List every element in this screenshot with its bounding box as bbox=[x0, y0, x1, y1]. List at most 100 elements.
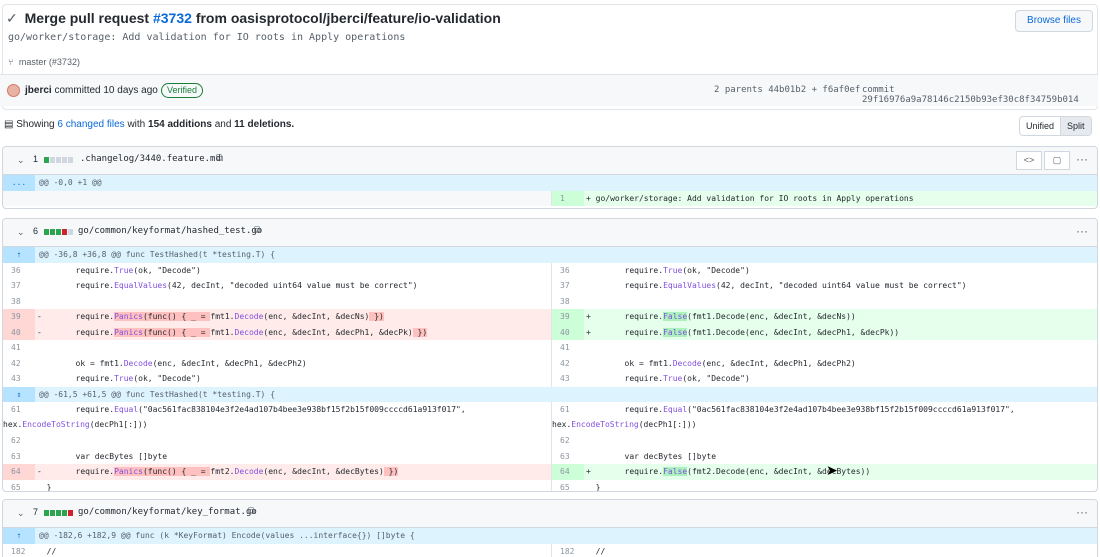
parent-plus: + bbox=[811, 85, 817, 95]
line-number[interactable]: 43 bbox=[552, 371, 584, 387]
unified-button[interactable]: Unified bbox=[1020, 117, 1060, 135]
line-number[interactable]: 39 bbox=[552, 309, 584, 325]
file-name[interactable]: go/common/keyformat/hashed_test.go bbox=[78, 226, 262, 236]
line-number[interactable]: 39 bbox=[3, 309, 35, 325]
commit-header: ✓ Merge pull request #3732 from oasispro… bbox=[0, 0, 1100, 110]
more-options-icon[interactable]: ··· bbox=[1076, 224, 1088, 238]
expand-icon[interactable]: ... bbox=[3, 175, 35, 191]
additions-count: 154 additions bbox=[148, 119, 212, 130]
diff-row: 41 41 bbox=[3, 340, 1097, 356]
more-options-icon[interactable]: ··· bbox=[1076, 152, 1088, 166]
code-line: } bbox=[595, 482, 601, 492]
hunk-text: @@ -61,5 +61,5 @@ func TestHashed(t *tes… bbox=[39, 389, 276, 399]
chevron-down-icon[interactable]: ⌄ bbox=[17, 508, 25, 519]
changed-files-link[interactable]: 6 changed files bbox=[57, 119, 124, 130]
diff-row: 61 require.Equal("0ac561fac838104e3f2e4a… bbox=[3, 402, 1097, 433]
code-view-icon[interactable]: <> bbox=[1016, 151, 1042, 170]
browse-files-button[interactable]: Browse files bbox=[1015, 10, 1093, 32]
line-number[interactable]: 63 bbox=[3, 449, 35, 465]
copy-icon[interactable]: ⧉ bbox=[248, 506, 255, 517]
diff-row: 64 - require.Panics(func() { _ = fmt2.De… bbox=[3, 464, 1097, 480]
branch-name[interactable]: master (#3732) bbox=[19, 57, 80, 67]
code-line: require.False(fmt1.Decode(enc, &decInt, … bbox=[624, 312, 856, 321]
hunk-header: ⇕ @@ -61,5 +61,5 @@ func TestHashed(t *t… bbox=[3, 386, 1097, 402]
file-change-count: 6 bbox=[33, 226, 39, 236]
author-name[interactable]: jberci bbox=[25, 85, 52, 96]
line-number[interactable]: 182 bbox=[3, 544, 35, 557]
diff-row: 65 } 65 } bbox=[3, 479, 1097, 492]
check-icon: ✓ bbox=[6, 10, 18, 26]
commit-author-line: jberci committed 10 days ago bbox=[25, 85, 158, 96]
code-line: // bbox=[46, 546, 57, 556]
code-line: require.Panics(func() { _ = fmt2.Decode(… bbox=[75, 467, 399, 476]
line-number[interactable]: 42 bbox=[3, 356, 35, 372]
committed-time: committed 10 days ago bbox=[54, 85, 158, 96]
commit-meta: jberci committed 10 days ago Verified 2 … bbox=[0, 74, 1098, 106]
line-number[interactable]: 37 bbox=[552, 278, 584, 294]
expand-up-icon[interactable]: ⇡ bbox=[3, 247, 35, 263]
line-number[interactable]: 38 bbox=[552, 294, 584, 310]
diffstat-bars bbox=[44, 157, 73, 163]
parent-sha-2[interactable]: f6af0ef bbox=[822, 85, 860, 95]
verified-badge[interactable]: Verified bbox=[161, 83, 204, 98]
copy-icon[interactable]: ⧉ bbox=[254, 225, 261, 236]
line-number[interactable]: 41 bbox=[3, 340, 35, 356]
more-options-icon[interactable]: ··· bbox=[1076, 505, 1088, 519]
file-view-icon[interactable]: ▢ bbox=[1044, 151, 1070, 170]
code-line: require.Equal("0ac561fac838104e3f2e4ad10… bbox=[552, 405, 1015, 429]
showing-label: Showing bbox=[16, 119, 55, 130]
expand-both-icon[interactable]: ⇕ bbox=[3, 386, 35, 402]
line-number[interactable]: 40 bbox=[3, 324, 35, 340]
commit-label: commit bbox=[862, 85, 895, 95]
diff-row: 37 require.EqualValues(42, decInt, "deco… bbox=[3, 278, 1097, 294]
line-number[interactable]: 65 bbox=[552, 480, 584, 492]
commit-sha-info: commit 29f16976a9a78146c2150b93ef30c8f34… bbox=[862, 85, 1098, 105]
line-number[interactable]: 182 bbox=[552, 544, 584, 557]
avatar[interactable] bbox=[7, 84, 20, 97]
line-number[interactable]: 36 bbox=[552, 263, 584, 279]
code-line: require.EqualValues(42, decInt, "decoded… bbox=[624, 281, 967, 290]
pr-link[interactable]: #3732 bbox=[153, 10, 192, 26]
branch-row: ⑂ master (#3732) bbox=[8, 57, 80, 67]
code-line: require.True(ok, "Decode") bbox=[624, 374, 750, 383]
code-line: require.True(ok, "Decode") bbox=[75, 374, 201, 383]
mouse-cursor-icon: ➤ bbox=[826, 462, 838, 478]
file-name[interactable]: .changelog/3440.feature.md bbox=[80, 154, 221, 164]
diff-row: 40 - require.Panics(func() { _ = fmt1.De… bbox=[3, 324, 1097, 340]
line-number[interactable]: 63 bbox=[552, 449, 584, 465]
line-number[interactable]: 40 bbox=[552, 324, 584, 340]
code-line: // bbox=[595, 546, 606, 556]
line-number[interactable]: 41 bbox=[552, 340, 584, 356]
diff-row: 42 ok = fmt1.Decode(enc, &decInt, &decPh… bbox=[3, 355, 1097, 372]
code-line: var decBytes []byte bbox=[624, 451, 717, 461]
line-number[interactable]: 62 bbox=[552, 433, 584, 449]
file-change-count: 1 bbox=[33, 154, 39, 164]
chevron-down-icon[interactable]: ⌄ bbox=[17, 155, 25, 166]
split-button[interactable]: Split bbox=[1060, 117, 1091, 135]
diff-row: 36 require.True(ok, "Decode") 36 require… bbox=[3, 262, 1097, 279]
code-line: require.Panics(func() { _ = fmt1.Decode(… bbox=[75, 327, 428, 337]
chevron-down-icon[interactable]: ⌄ bbox=[17, 227, 25, 238]
hunk-header: ⇡ @@ -182,6 +182,9 @@ func (k *KeyFormat… bbox=[3, 528, 1097, 544]
line-number[interactable]: 43 bbox=[3, 371, 35, 387]
file-header: ⌄ 7 go/common/keyformat/key_format.go ⧉ … bbox=[3, 500, 1097, 528]
line-number[interactable]: 37 bbox=[3, 278, 35, 294]
copy-icon[interactable]: ⧉ bbox=[216, 153, 223, 164]
line-number[interactable]: 64 bbox=[552, 464, 584, 480]
empty-side bbox=[3, 190, 551, 206]
file-header: ⌄ 6 go/common/keyformat/hashed_test.go ⧉… bbox=[3, 219, 1097, 247]
line-number[interactable]: 36 bbox=[3, 263, 35, 279]
diff-toolbar: ▤ Showing 6 changed files with 154 addit… bbox=[0, 112, 1100, 140]
line-number[interactable]: 1 bbox=[552, 190, 584, 206]
line-number[interactable]: 42 bbox=[552, 356, 584, 372]
diff-row: 43 require.True(ok, "Decode") 43 require… bbox=[3, 371, 1097, 387]
expand-up-icon[interactable]: ⇡ bbox=[3, 528, 35, 544]
parent-sha-1[interactable]: 44b01b2 bbox=[768, 85, 806, 95]
line-number[interactable]: 62 bbox=[3, 433, 35, 449]
line-number[interactable]: 65 bbox=[3, 480, 35, 492]
file-name[interactable]: go/common/keyformat/key_format.go bbox=[78, 507, 257, 517]
line-number[interactable]: 38 bbox=[3, 294, 35, 310]
hunk-text: @@ -0,0 +1 @@ bbox=[39, 178, 102, 187]
line-number[interactable]: 64 bbox=[3, 464, 35, 480]
diff-row: 39 - require.Panics(func() { _ = fmt1.De… bbox=[3, 309, 1097, 325]
